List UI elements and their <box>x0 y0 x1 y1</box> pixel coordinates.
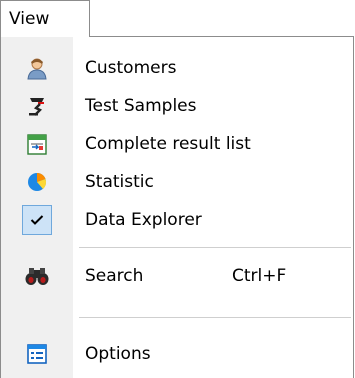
view-dropdown-menu: Customers Test Samples Complete result l… <box>0 36 354 378</box>
menu-bar: View <box>0 0 355 37</box>
menu-item-data-explorer[interactable]: Data Explorer <box>1 201 353 239</box>
menu-item-label: Statistic <box>85 172 154 192</box>
result-list-icon <box>1 125 73 163</box>
customer-person-icon <box>1 49 73 87</box>
menu-item-label: Options <box>85 344 151 364</box>
menu-item-label: Search <box>85 266 144 286</box>
menu-separator <box>79 317 351 318</box>
menu-item-label: Data Explorer <box>85 210 202 230</box>
menu-item-label: Test Samples <box>85 96 197 116</box>
binoculars-icon <box>1 257 73 295</box>
menu-item-options[interactable]: Options <box>1 335 353 373</box>
test-sample-icon <box>1 87 73 125</box>
menu-separator <box>79 247 351 248</box>
shortcut-label: Ctrl+F <box>232 266 287 286</box>
check-cell <box>1 201 73 239</box>
options-list-icon <box>1 335 73 373</box>
menu-item-search[interactable]: Search Ctrl+F <box>1 257 353 295</box>
menu-item-complete-result-list[interactable]: Complete result list <box>1 125 353 163</box>
menu-item-test-samples[interactable]: Test Samples <box>1 87 353 125</box>
checkmark-icon <box>22 205 52 235</box>
menu-item-statistic[interactable]: Statistic <box>1 163 353 201</box>
menu-item-label: Customers <box>85 58 177 78</box>
pie-chart-icon <box>1 163 73 201</box>
menu-item-customers[interactable]: Customers <box>1 49 353 87</box>
menu-item-label: Complete result list <box>85 134 251 154</box>
view-menu-title[interactable]: View <box>0 0 90 37</box>
